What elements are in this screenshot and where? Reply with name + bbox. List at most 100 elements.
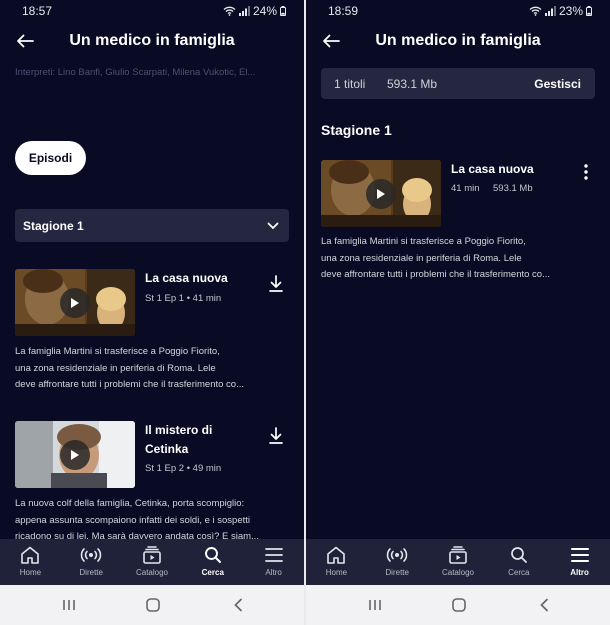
episode-thumbnail[interactable] xyxy=(321,160,441,227)
episode-title[interactable]: La casa nuova xyxy=(451,160,534,179)
description-line: una zona residenziale in periferia di Ro… xyxy=(15,362,216,374)
play-button[interactable] xyxy=(60,287,90,318)
episode-thumbnail[interactable] xyxy=(15,269,135,336)
description-line: appena assunta scompaiono infatti dei so… xyxy=(15,514,251,526)
manage-button[interactable]: Gestisci xyxy=(534,77,581,91)
bottom-navigation: Home Dirette Catalogo Cerca Altro xyxy=(306,539,610,585)
search-icon xyxy=(510,547,527,563)
broadcast-icon xyxy=(386,548,408,562)
catalog-icon xyxy=(449,546,467,564)
menu-icon xyxy=(570,548,589,562)
description-line: deve affrontare tutti i problemi che il … xyxy=(321,269,550,280)
downloads-summary-bar: 1 titoli 593.1 Mb Gestisci xyxy=(321,68,595,99)
home-icon xyxy=(327,546,346,564)
nav-item-home[interactable]: Home xyxy=(0,539,61,585)
home-system-button[interactable] xyxy=(144,597,162,613)
home-square-icon xyxy=(146,598,160,612)
nav-item-catalogo[interactable]: Catalogo xyxy=(122,539,183,585)
description-line: una zona residenziale in periferia di Ro… xyxy=(321,252,522,264)
recent-apps-icon xyxy=(369,600,381,610)
nav-item-cerca[interactable]: Cerca xyxy=(488,539,549,585)
home-system-button[interactable] xyxy=(450,597,468,613)
nav-label: Altro xyxy=(265,568,282,577)
episode-thumbnail[interactable] xyxy=(15,421,135,488)
recent-apps-button[interactable] xyxy=(60,597,78,613)
episode-duration: 41 min xyxy=(451,183,480,194)
nav-label: Cerca xyxy=(508,568,530,577)
status-bar: 18:57 24% xyxy=(0,0,304,22)
episode-description: La famiglia Martini si trasferisce a Pog… xyxy=(15,344,295,394)
nav-label: Cerca xyxy=(201,568,224,577)
play-icon xyxy=(377,188,385,199)
nav-label: Dirette xyxy=(385,568,409,577)
bottom-navigation: Home Dirette Catalogo Cerca Altro xyxy=(0,539,304,585)
signal-icon xyxy=(544,6,556,16)
system-navigation-bar xyxy=(0,585,304,625)
nav-item-catalogo[interactable]: Catalogo xyxy=(428,539,489,585)
description-line: La famiglia Martini si trasferisce a Pog… xyxy=(15,346,220,357)
catalog-icon xyxy=(143,546,161,564)
nav-item-altro[interactable]: Altro xyxy=(549,539,610,585)
wifi-icon xyxy=(223,6,236,16)
page-title: Un medico in famiglia xyxy=(69,32,235,49)
season-dropdown-value: Stagione 1 xyxy=(23,218,84,233)
menu-icon xyxy=(264,548,283,562)
play-button[interactable] xyxy=(366,178,396,209)
nav-label: Altro xyxy=(570,568,589,577)
more-vertical-icon xyxy=(584,164,588,180)
download-icon xyxy=(269,274,283,292)
status-icons: 24% xyxy=(223,4,286,18)
download-button[interactable] xyxy=(266,273,286,293)
system-navigation-bar xyxy=(306,585,610,625)
episodes-tab-button[interactable]: Episodi xyxy=(15,141,86,175)
more-options-button[interactable] xyxy=(579,161,593,183)
play-icon xyxy=(71,297,79,308)
nav-label: Home xyxy=(19,568,42,577)
download-icon xyxy=(269,426,283,444)
home-icon xyxy=(21,546,40,564)
nav-label: Catalogo xyxy=(135,568,168,577)
chevron-left-icon xyxy=(234,598,242,612)
download-count: 1 titoli xyxy=(334,77,366,91)
episode-title-line: Cetinka xyxy=(145,442,189,456)
episode-meta: St 1 Ep 1 • 41 min xyxy=(145,293,222,304)
battery-icon xyxy=(586,6,592,16)
battery-percent: 24% xyxy=(252,4,277,18)
description-line: deve affrontare tutti i problemi che il … xyxy=(15,379,244,390)
recent-apps-button[interactable] xyxy=(366,597,384,613)
status-icons: 23% xyxy=(529,4,592,18)
status-time: 18:59 xyxy=(328,4,359,18)
episode-title[interactable]: La casa nuova xyxy=(145,269,228,288)
left-screen: 18:57 24% Un medico in famiglia Interpre… xyxy=(0,0,304,585)
system-back-button[interactable] xyxy=(229,597,247,613)
episode-meta: St 1 Ep 2 • 49 min xyxy=(145,463,222,474)
download-total-size: 593.1 Mb xyxy=(387,77,438,91)
chevron-left-icon xyxy=(540,598,548,612)
nav-item-altro[interactable]: Altro xyxy=(243,539,304,585)
nav-item-dirette[interactable]: Dirette xyxy=(367,539,428,585)
season-dropdown[interactable]: Stagione 1 xyxy=(15,209,289,242)
battery-icon xyxy=(280,6,286,16)
app-bar: Un medico in famiglia xyxy=(306,26,610,56)
system-back-button[interactable] xyxy=(535,597,553,613)
recent-apps-icon xyxy=(63,600,75,610)
episode-description: La famiglia Martini si trasferisce a Pog… xyxy=(321,234,601,284)
episode-file-size: 593.1 Mb xyxy=(493,183,533,194)
download-button[interactable] xyxy=(266,425,286,445)
season-heading: Stagione 1 xyxy=(321,122,392,138)
nav-item-dirette[interactable]: Dirette xyxy=(61,539,122,585)
broadcast-icon xyxy=(80,548,102,562)
nav-item-cerca[interactable]: Cerca xyxy=(182,539,243,585)
chevron-down-icon xyxy=(267,222,279,229)
search-icon xyxy=(204,547,221,563)
episode-title[interactable]: Il mistero di Cetinka xyxy=(145,421,212,459)
nav-label: Home xyxy=(325,568,348,577)
play-button[interactable] xyxy=(60,439,90,470)
signal-icon xyxy=(238,6,250,16)
home-square-icon xyxy=(452,598,466,612)
nav-item-home[interactable]: Home xyxy=(306,539,367,585)
wifi-icon xyxy=(529,6,542,16)
play-icon xyxy=(71,449,79,460)
right-screen: 18:59 23% Un medico in famiglia 1 titoli… xyxy=(306,0,610,585)
description-line: La nuova colf della famiglia, Cetinka, p… xyxy=(15,498,245,509)
